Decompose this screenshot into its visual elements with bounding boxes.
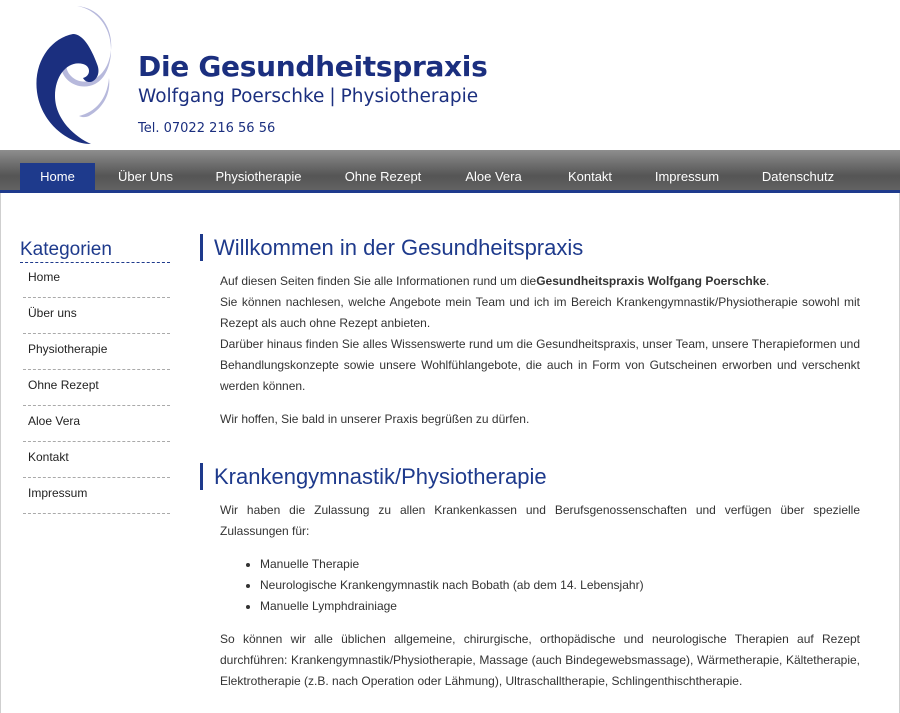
nav-impressum[interactable]: Impressum [645,163,729,190]
practice-name: Gesundheitspraxis Wolfgang Poerschke [536,274,767,288]
logo-spiral-icon[interactable] [33,4,113,146]
sidebar-item-ohne-rezept[interactable]: Ohne Rezept [23,370,170,406]
nav-home[interactable]: Home [20,163,95,190]
sidebar-item-ueber-uns[interactable]: Über uns [23,298,170,334]
welcome-more: Darüber hinaus finden Sie alles Wissensw… [220,337,860,393]
nav-ueber-uns[interactable]: Über Uns [108,163,183,190]
physio-heading: Krankengymnastik/Physiotherapie [200,463,547,490]
subtitle-separator: | [329,86,336,107]
physio-intro: Wir haben die Zulassung zu allen Kranken… [220,503,860,538]
nav-datenschutz[interactable]: Datenschutz [750,163,846,190]
owner-name: Wolfgang Poerschke [138,86,325,107]
qualifications-list: Manuelle Therapie Neurologische Krankeng… [220,554,900,617]
sidebar-item-physiotherapie[interactable]: Physiotherapie [23,334,170,370]
phone-number: Tel. 07022 216 56 56 [138,121,276,136]
sidebar-item-kontakt[interactable]: Kontakt [23,442,170,478]
sidebar-item-impressum[interactable]: Impressum [23,478,170,514]
sidebar-item-aloe-vera[interactable]: Aloe Vera [23,406,170,442]
nav-physiotherapie[interactable]: Physiotherapie [206,163,311,190]
site-subtitle: Wolfgang Poerschke | Physiotherapie [138,86,478,107]
sidebar-title: Kategorien [20,238,170,263]
list-item: Neurologische Krankengymnastik nach Boba… [260,575,900,596]
welcome-heading: Willkommen in der Gesundheitspraxis [200,234,583,261]
list-item: Manuelle Therapie [260,554,900,575]
site-header: Die Gesundheitspraxis Wolfgang Poerschke… [0,0,900,150]
nav-aloe-vera[interactable]: Aloe Vera [455,163,532,190]
welcome-closing: Wir hoffen, Sie bald in unserer Praxis b… [220,412,530,426]
site-title: Die Gesundheitspraxis [138,50,488,83]
list-item: Manuelle Lymphdrainiage [260,596,900,617]
nav-kontakt[interactable]: Kontakt [555,163,625,190]
welcome-intro-end: . [766,274,770,288]
welcome-offers: Sie können nachlesen, welche Angebote me… [220,295,860,330]
welcome-intro: Auf diesen Seiten finden Sie alle Inform… [220,274,537,288]
welcome-paragraph: Auf diesen Seiten finden Sie alle Inform… [220,271,860,397]
nav-ohne-rezept[interactable]: Ohne Rezept [334,163,432,190]
sidebar-categories: Home Über uns Physiotherapie Ohne Rezept… [23,262,170,514]
practice-field: Physiotherapie [340,86,479,107]
physio-therapies: So können wir alle üblichen allgemeine, … [220,632,860,688]
sidebar-item-home[interactable]: Home [23,262,170,298]
